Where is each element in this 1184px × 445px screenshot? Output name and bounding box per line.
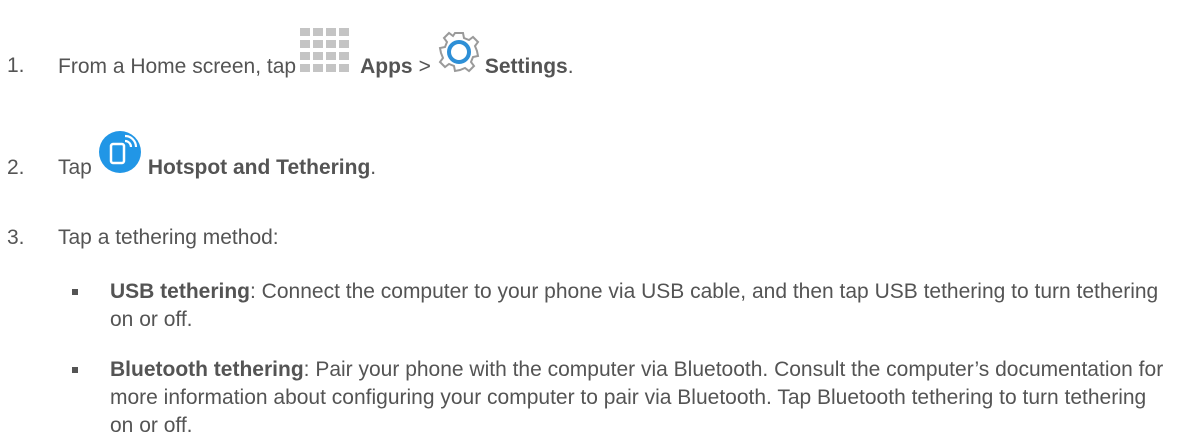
step-end: . [567, 55, 574, 78]
bullet-description: : Connect the computer to your phone via… [110, 280, 1159, 331]
bullet-usb-tethering: USB tethering: Connect the computer to y… [0, 278, 1184, 338]
apps-label: Apps [360, 55, 413, 78]
bullet-marker [72, 367, 78, 373]
bullet-term: USB tethering [110, 280, 251, 303]
step-number: 2. [7, 156, 25, 179]
step-text: Tap [58, 156, 92, 179]
hotspot-tethering-icon [98, 130, 142, 182]
step-number: 1. [7, 54, 25, 77]
step-end: . [370, 156, 377, 179]
step-text: Tap a tethering method: [58, 226, 279, 249]
settings-label: Settings [484, 55, 568, 78]
hotspot-label: Hotspot and Tethering [147, 156, 371, 179]
bullet-text: USB tethering: Connect the computer to y… [110, 278, 1170, 334]
bullet-term: Bluetooth tethering [110, 358, 304, 381]
bullet-marker [72, 289, 78, 295]
bullet-bluetooth-tethering: Bluetooth tethering: Pair your phone wit… [0, 356, 1184, 445]
step-number: 3. [7, 226, 25, 249]
settings-gear-icon [437, 30, 481, 82]
apps-grid-icon [298, 26, 356, 82]
step-text: From a Home screen, tap [58, 55, 297, 78]
separator: > [418, 55, 431, 78]
bullet-text: Bluetooth tethering: Pair your phone wit… [110, 356, 1170, 440]
